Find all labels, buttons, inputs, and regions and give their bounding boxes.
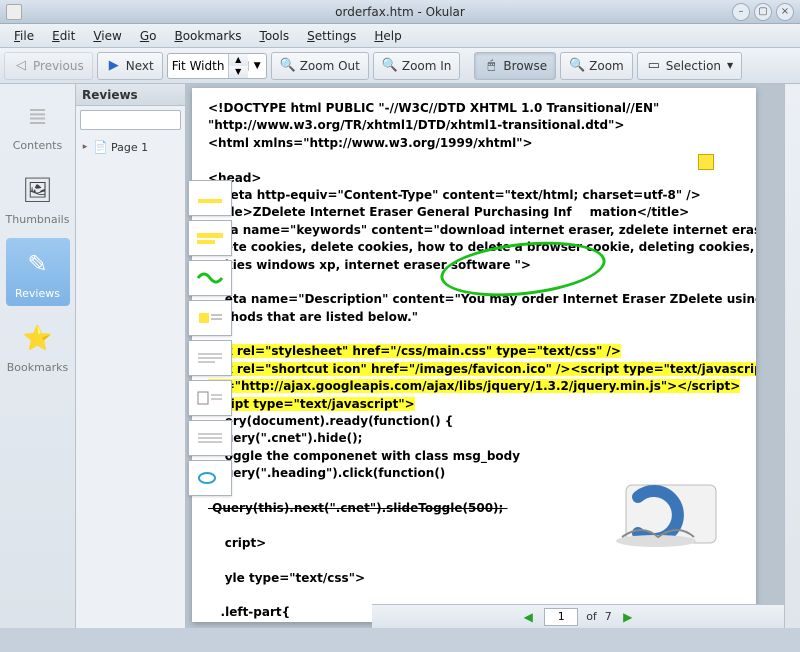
- zoom-out-label: Zoom Out: [300, 59, 360, 73]
- arrow-left-icon: ◁: [13, 58, 29, 74]
- zoom-label: Zoom: [589, 59, 624, 73]
- document-viewport[interactable]: <!DOCTYPE html PUBLIC "-//W3C//DTD XHTML…: [186, 84, 784, 628]
- zoom-out-icon: 🔍: [280, 58, 296, 74]
- page-navigation: ◀ of 7 ▶: [372, 604, 784, 628]
- menu-tools[interactable]: Tools: [252, 27, 298, 45]
- menu-view[interactable]: View: [85, 27, 129, 45]
- selection-label: Selection: [666, 59, 721, 73]
- window-maximize-button[interactable]: ▢: [754, 3, 772, 21]
- document-page: <!DOCTYPE html PUBLIC "-//W3C//DTD XHTML…: [192, 88, 756, 622]
- selection-icon: ▭: [646, 58, 662, 74]
- thumbnails-label: Thumbnails: [6, 213, 70, 226]
- sidebar-item-contents[interactable]: ≣ Contents: [6, 90, 70, 158]
- annotation-thumb[interactable]: [188, 220, 232, 256]
- reviews-tree: ▸ 📄 Page 1: [76, 134, 185, 160]
- panel-search: [80, 110, 181, 130]
- menu-settings[interactable]: Settings: [299, 27, 364, 45]
- browse-tool-button[interactable]: 🖱 Browse: [474, 52, 556, 80]
- zoom-in-button[interactable]: 🔍 Zoom In: [373, 52, 461, 80]
- menu-edit[interactable]: Edit: [44, 27, 83, 45]
- thumbnails-icon: 🖼: [18, 170, 58, 210]
- sidebar-item-bookmarks[interactable]: ⭐ Bookmarks: [6, 312, 70, 380]
- tree-item-page1[interactable]: ▸ 📄 Page 1: [78, 138, 183, 156]
- browse-label: Browse: [503, 59, 547, 73]
- bookmarks-icon: ⭐: [18, 318, 58, 358]
- page-total: 7: [605, 610, 612, 623]
- page-number-input[interactable]: [544, 608, 578, 626]
- contents-icon: ≣: [18, 96, 58, 136]
- vertical-scrollbar[interactable]: [784, 84, 800, 628]
- expand-icon[interactable]: ▸: [80, 142, 90, 152]
- bookmarks-label: Bookmarks: [7, 361, 68, 374]
- annotation-thumb[interactable]: [188, 460, 232, 496]
- menu-bar: File Edit View Go Bookmarks Tools Settin…: [0, 24, 800, 48]
- zoom-in-icon: 🔍: [382, 58, 398, 74]
- page-prev-button[interactable]: ◀: [520, 609, 536, 625]
- zoom-tool-button[interactable]: 🔍 Zoom: [560, 52, 633, 80]
- reviews-label: Reviews: [15, 287, 60, 300]
- menu-file[interactable]: File: [6, 27, 42, 45]
- panel-search-input[interactable]: [80, 110, 181, 130]
- window-minimize-button[interactable]: –: [732, 3, 750, 21]
- chevron-down-icon: ▼: [727, 61, 733, 70]
- annotation-thumb[interactable]: [188, 180, 232, 216]
- sidebar: ≣ Contents 🖼 Thumbnails ✎ Reviews ⭐ Book…: [0, 84, 76, 628]
- annotation-thumb[interactable]: [188, 340, 232, 376]
- zoom-spinner[interactable]: ▲▼: [228, 54, 248, 78]
- panel-title: Reviews: [76, 84, 185, 106]
- annotation-thumb[interactable]: [188, 260, 232, 296]
- zoom-icon: 🔍: [569, 58, 585, 74]
- menu-bookmarks[interactable]: Bookmarks: [166, 27, 249, 45]
- zoom-in-label: Zoom In: [402, 59, 452, 73]
- contents-label: Contents: [13, 139, 62, 152]
- toolbar: ◁ Previous ▶ Next ▲▼ ▼ 🔍 Zoom Out 🔍 Zoom…: [0, 48, 800, 84]
- tree-item-label: Page 1: [111, 141, 148, 154]
- chevron-down-icon[interactable]: ▼: [248, 61, 266, 71]
- window-title: orderfax.htm - Okular: [0, 5, 800, 19]
- annotation-thumbnail-strip: [188, 180, 234, 496]
- next-button[interactable]: ▶ Next: [97, 52, 163, 80]
- zoom-out-button[interactable]: 🔍 Zoom Out: [271, 52, 369, 80]
- sidebar-item-thumbnails[interactable]: 🖼 Thumbnails: [6, 164, 70, 232]
- annotation-thumb[interactable]: [188, 420, 232, 456]
- zoom-level-input[interactable]: [168, 55, 228, 77]
- annotation-thumb[interactable]: [188, 300, 232, 336]
- menu-go[interactable]: Go: [132, 27, 165, 45]
- zoom-level-combo[interactable]: ▲▼ ▼: [167, 53, 267, 79]
- app-icon: [6, 4, 22, 20]
- previous-button: ◁ Previous: [4, 52, 93, 80]
- annotation-note-icon[interactable]: [698, 154, 714, 170]
- menu-help[interactable]: Help: [366, 27, 409, 45]
- sidebar-item-reviews[interactable]: ✎ Reviews: [6, 238, 70, 306]
- arrow-right-icon: ▶: [106, 58, 122, 74]
- page-icon: 📄: [93, 140, 108, 154]
- next-label: Next: [126, 59, 154, 73]
- annotation-thumb[interactable]: [188, 380, 232, 416]
- selection-tool-button[interactable]: ▭ Selection ▼: [637, 52, 742, 80]
- window-titlebar: orderfax.htm - Okular – ▢ ×: [0, 0, 800, 24]
- cursor-icon: 🖱: [483, 58, 499, 74]
- reviews-panel: Reviews ▸ 📄 Page 1: [76, 84, 186, 628]
- reviews-icon: ✎: [18, 244, 58, 284]
- decorative-clipart: [608, 467, 738, 562]
- window-close-button[interactable]: ×: [776, 3, 794, 21]
- page-of-label: of: [586, 610, 597, 623]
- page-next-button[interactable]: ▶: [620, 609, 636, 625]
- previous-label: Previous: [33, 59, 84, 73]
